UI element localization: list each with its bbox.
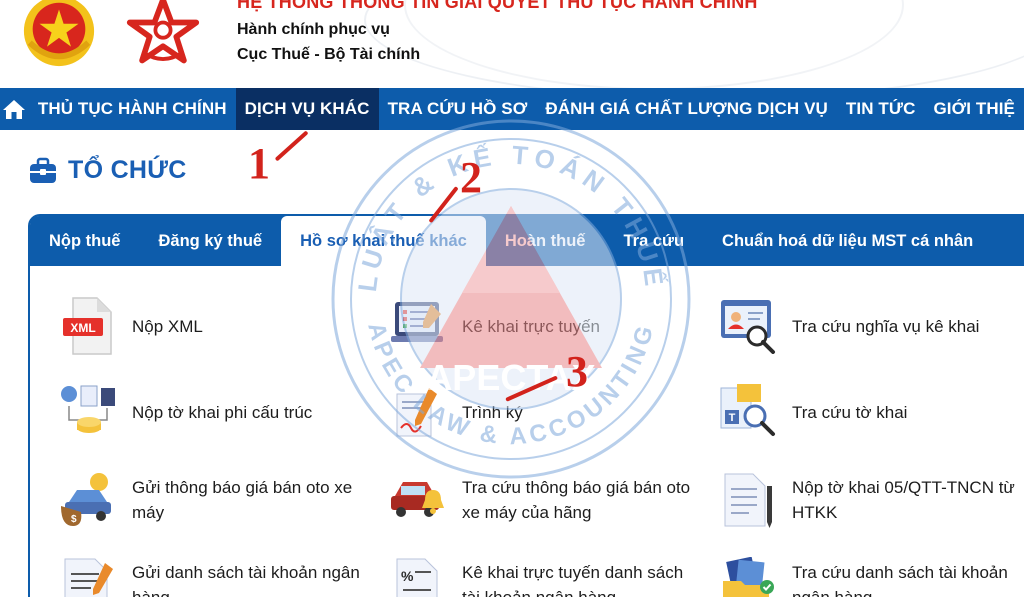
nav-item-file-lookup[interactable]: TRA CỨU HỒ SƠ (379, 88, 537, 130)
id-card-search-icon (718, 296, 778, 356)
tab-lookup[interactable]: Tra cứu (604, 216, 703, 266)
home-button[interactable] (0, 88, 29, 130)
service-item-declaration-lookup[interactable]: T Tra cứu tờ khai (718, 382, 1022, 442)
sign-document-icon (388, 382, 448, 442)
site-header: HỆ THỐNG THÔNG TIN GIẢI QUYẾT THỦ TỤC HÀ… (0, 0, 1024, 88)
service-label: Tra cứu danh sách tài khoản ngân hàng (792, 563, 1008, 597)
tab-tax-refund[interactable]: Hoàn thuế (486, 216, 605, 266)
service-label: Nộp XML (132, 316, 203, 336)
service-label: Tra cứu thông báo giá bán oto xe máy của… (462, 478, 691, 522)
service-label: Gửi thông báo giá bán oto xe máy (132, 478, 353, 522)
section-heading: TỔ CHỨC (28, 156, 187, 185)
annotation-number-2: 2 (460, 153, 482, 202)
xml-file-icon: XML (58, 296, 118, 356)
tab-personal-tin-standardization[interactable]: Chuẩn hoá dữ liệu MST cá nhân (703, 216, 992, 266)
folder-check-icon (718, 555, 778, 597)
briefcase-icon (30, 157, 56, 183)
nav-item-about[interactable]: GIỚI THIỆ (924, 88, 1024, 130)
nav-item-service-rating[interactable]: ĐÁNH GIÁ CHẤT LƯỢNG DỊCH VỤ (536, 88, 837, 130)
service-item-vehicle-price-notice[interactable]: $ Gửi thông báo giá bán oto xe máy (58, 470, 362, 530)
service-item-unstructured-declaration[interactable]: Nộp tờ khai phi cấu trúc (58, 382, 362, 442)
annotation-arrow-1 (274, 130, 309, 162)
document-list-icon (58, 555, 118, 597)
section-title: TỔ CHỨC (68, 156, 187, 184)
svg-text:%: % (401, 568, 414, 584)
percent-document-icon: % (388, 555, 448, 597)
service-label: Kê khai trực tuyến danh sách tài khoản n… (462, 563, 684, 597)
tab-tax-payment[interactable]: Nộp thuế (30, 216, 140, 266)
service-label: Gửi danh sách tài khoản ngân hàng (132, 563, 360, 597)
online-form-icon (388, 296, 448, 356)
service-item-send-bank-accounts[interactable]: Gửi danh sách tài khoản ngân hàng (58, 555, 362, 597)
service-item-declaration-obligation-lookup[interactable]: Tra cứu nghĩa vụ kê khai (718, 296, 1022, 356)
annotation-number-3: 3 (566, 347, 588, 396)
svg-text:XML: XML (70, 321, 95, 335)
service-item-sign[interactable]: Trình ký (388, 382, 692, 442)
vehicle-price-icon: $ (58, 470, 118, 530)
service-item-submit-05-qtt-tncn[interactable]: Nộp tờ khai 05/QTT-TNCN từ HTKK (718, 470, 1022, 530)
main-nav: THỦ TỤC HÀNH CHÍNH DỊCH VỤ KHÁC TRA CỨU … (0, 88, 1024, 130)
service-item-submit-xml[interactable]: XML Nộp XML (58, 296, 362, 356)
service-label: Nộp tờ khai phi cấu trúc (132, 402, 313, 422)
tab-tax-registration[interactable]: Đăng ký thuế (140, 216, 282, 266)
service-label: Nộp tờ khai 05/QTT-TNCN từ HTKK (792, 478, 1015, 522)
service-tabs: Nộp thuế Đăng ký thuế Hồ sơ khai thuế kh… (30, 216, 1024, 266)
service-item-online-declaration[interactable]: Kê khai trực tuyến (388, 296, 692, 356)
service-item-manufacturer-price-lookup[interactable]: Tra cứu thông báo giá bán oto xe máy của… (388, 470, 692, 530)
agency-name: Cục Thuế - Bộ Tài chính (237, 46, 421, 63)
annotation-number-1: 1 (248, 139, 270, 188)
document-pen-icon (718, 470, 778, 530)
car-notification-icon (388, 470, 448, 530)
tab-other-tax-declarations[interactable]: Hồ sơ khai thuế khác (281, 216, 486, 266)
svg-text:T: T (729, 412, 736, 424)
service-label: Trình ký (462, 402, 523, 422)
service-label: Tra cứu tờ khai (792, 402, 908, 422)
svg-text:$: $ (71, 514, 77, 525)
unstructured-declaration-icon (58, 382, 118, 442)
home-icon (3, 100, 26, 119)
service-item-online-bank-accounts[interactable]: % Kê khai trực tuyến danh sách tài khoản… (388, 555, 692, 597)
national-emblem-logo[interactable] (20, 0, 98, 70)
nav-item-other-services[interactable]: DỊCH VỤ KHÁC (235, 88, 379, 130)
system-title: HỆ THỐNG THÔNG TIN GIẢI QUYẾT THỦ TỤC HÀ… (237, 0, 758, 12)
nav-item-administrative-procedures[interactable]: THỦ TỤC HÀNH CHÍNH (29, 88, 236, 130)
system-subtitle: Hành chính phục vụ (237, 21, 390, 38)
service-item-bank-accounts-lookup[interactable]: Tra cứu danh sách tài khoản ngân hàng (718, 555, 1022, 597)
administrative-service-logo[interactable] (124, 0, 202, 70)
document-search-icon: T (718, 382, 778, 442)
nav-item-news[interactable]: TIN TỨC (837, 88, 925, 130)
service-label: Kê khai trực tuyến (462, 316, 601, 336)
service-label: Tra cứu nghĩa vụ kê khai (792, 316, 980, 336)
